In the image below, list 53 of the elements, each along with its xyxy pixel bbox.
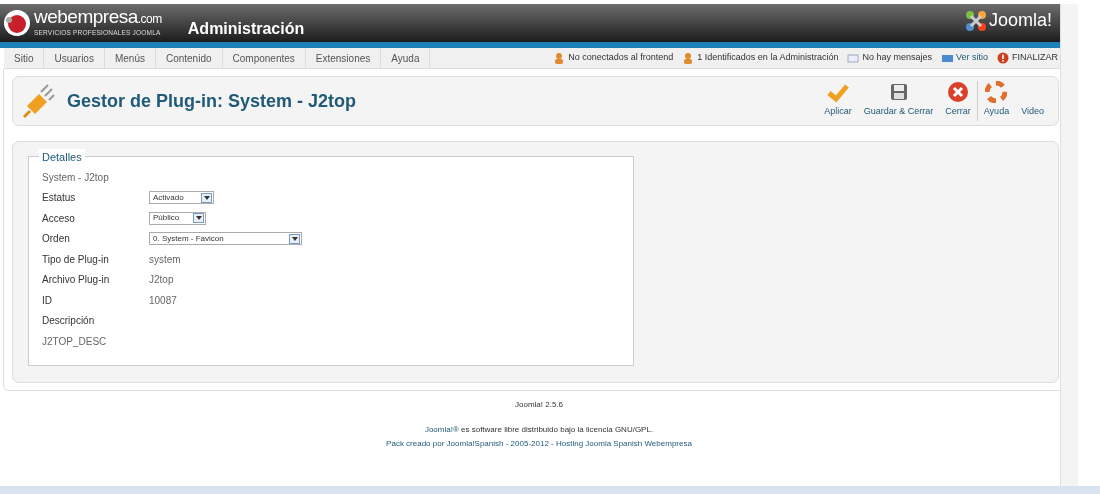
user-icon: [553, 52, 566, 64]
credits-link[interactable]: Pack creado por Joomla!Spanish - 2005-2012 - Hosting Joomla Spanish Webempresa: [386, 439, 692, 448]
field-value: J2top: [149, 273, 174, 288]
view-site-link[interactable]: Ver sitio: [955, 51, 988, 65]
menu-item[interactable]: Menús: [104, 48, 156, 68]
status-text: No hay mensajes: [862, 51, 932, 65]
logout-link[interactable]: FINALIZAR: [1012, 51, 1058, 65]
menu-item[interactable]: Ayuda: [381, 48, 431, 68]
menu-item[interactable]: Componentes: [222, 48, 306, 68]
status-text: 1 Identificados en la Administración: [697, 51, 839, 65]
admin-title: Administración: [187, 19, 305, 39]
field-value: system: [149, 252, 181, 267]
dropdown[interactable]: Activado: [149, 191, 214, 205]
caret-icon: [195, 216, 202, 221]
help-button[interactable]: Ayuda: [977, 80, 1016, 118]
caret-icon: [203, 195, 210, 200]
power-icon: [997, 52, 1009, 64]
license-text: Joomla!® es software libre distribuido bajo la licencia GNU/GPL.: [424, 425, 654, 434]
dropdown[interactable]: Público: [149, 211, 206, 225]
joomla-logo-icon: [964, 9, 987, 32]
envelope-icon: [847, 52, 860, 64]
field-label: Estatus: [42, 191, 77, 206]
save-button[interactable]: Guardar & Cerrar: [857, 80, 940, 118]
field-label: Descripción: [42, 314, 96, 329]
plug-icon: [21, 84, 55, 118]
screen-icon: [940, 52, 953, 64]
menu-item[interactable]: Contenido: [155, 48, 223, 68]
status-text: No conectados al frontend: [568, 51, 674, 65]
field-label: Acceso: [42, 211, 76, 226]
lifebuoy-icon: [985, 80, 1008, 103]
field-label: Tipo de Plug-in: [42, 252, 110, 267]
dropdown[interactable]: 0. System - Favicon: [149, 232, 302, 246]
field-value: 10087: [149, 293, 177, 308]
field-label: Orden: [42, 232, 71, 247]
close-button[interactable]: Cerrar: [939, 80, 977, 118]
user-icon: [682, 52, 695, 64]
plugin-name: System - J2top: [42, 170, 109, 185]
joomla-link[interactable]: Joomla!®: [424, 425, 459, 434]
menu-item[interactable]: Extensiones: [305, 48, 382, 68]
description-text: J2TOP_DESC: [42, 334, 107, 349]
caret-icon: [291, 236, 298, 241]
close-icon: [947, 80, 969, 103]
logo-icon: [3, 9, 31, 38]
page-title: Gestor de Plug-in: System - J2top: [67, 89, 357, 113]
video-button[interactable]: Video: [1015, 104, 1050, 118]
menu-item[interactable]: Sitio: [4, 48, 45, 68]
field-label: Archivo Plug-in: [42, 273, 111, 288]
menu-item[interactable]: Usuarios: [44, 48, 105, 68]
version-text: Joomla! 2.5.6: [515, 400, 563, 409]
brand-name: webempresa.com: [34, 8, 162, 29]
apply-button[interactable]: Aplicar: [818, 80, 858, 118]
field-label: ID: [42, 293, 53, 308]
joomla-logo-text: Joomla!: [988, 9, 1052, 32]
